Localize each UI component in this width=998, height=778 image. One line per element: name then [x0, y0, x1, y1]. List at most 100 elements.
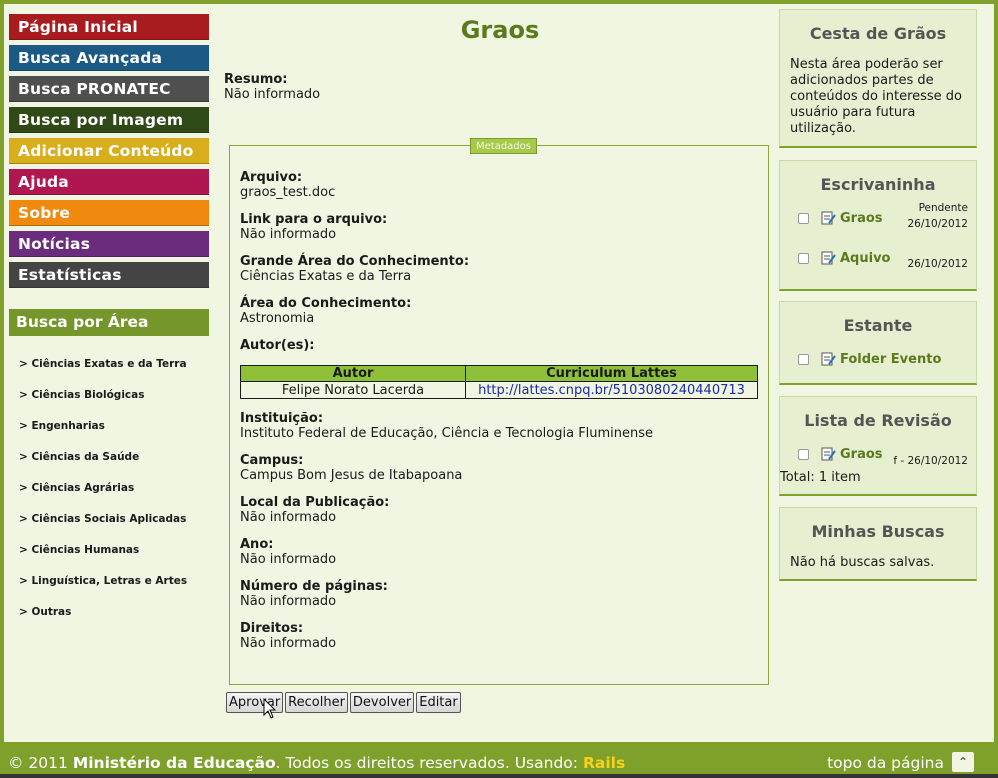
- table-header-autor: Autor: [240, 365, 466, 382]
- field-label: Grande Área do Conhecimento:: [240, 254, 470, 269]
- resumo-value: Não informado: [224, 87, 321, 102]
- field-label: Local da Publicação:: [240, 495, 390, 510]
- area-link[interactable]: > Ciências Agrárias: [19, 482, 219, 513]
- menu-item-estatisticas[interactable]: Estatísticas: [9, 262, 209, 288]
- escrivaninha-item-link[interactable]: Aquivo: [840, 251, 890, 266]
- menu-item-sobre[interactable]: Sobre: [9, 200, 209, 226]
- revisao-item-link[interactable]: Graos: [840, 447, 883, 462]
- item-checkbox[interactable]: [798, 354, 809, 365]
- recolher-button[interactable]: Recolher: [285, 692, 348, 713]
- action-buttons: Aprovar Recolher Devolver Editar: [226, 692, 463, 713]
- author-lattes-cell: http://lattes.cnpq.br/5103080240440713: [465, 381, 758, 399]
- menu-item-busca-pronatec[interactable]: Busca PRONATEC: [9, 76, 209, 102]
- ministry-name: Ministério da Educação: [72, 754, 276, 772]
- field-label: Arquivo:: [240, 170, 303, 185]
- revisao-total: Total: 1 item: [780, 470, 861, 485]
- item-status: Pendente: [918, 202, 968, 214]
- item-checkbox[interactable]: [798, 449, 809, 460]
- lattes-link[interactable]: http://lattes.cnpq.br/5103080240440713: [478, 383, 745, 398]
- estante-title: Estante: [843, 316, 913, 335]
- field-value: Instituto Federal de Educação, Ciência e…: [240, 426, 654, 441]
- cesta-box: Cesta de Grãos Nesta área poderão ser ad…: [779, 9, 977, 148]
- revisao-title: Lista de Revisão: [804, 411, 952, 430]
- field-label: Link para o arquivo:: [240, 212, 388, 227]
- field-label: Ano:: [240, 537, 274, 552]
- estante-box: Estante Folder Evento: [779, 301, 977, 385]
- document-edit-icon: [821, 251, 836, 265]
- list-item: Graos Pendente 26/10/2012: [780, 202, 976, 246]
- page-title: Graos: [460, 16, 540, 44]
- field-value: Não informado: [240, 510, 337, 525]
- resumo-label: Resumo:: [224, 72, 288, 87]
- menu-item-pagina-inicial[interactable]: Página Inicial: [9, 14, 209, 40]
- escrivaninha-title: Escrivaninha: [820, 175, 936, 194]
- field-value: Ciências Exatas e da Terra: [240, 269, 412, 284]
- area-link[interactable]: > Ciências Sociais Aplicadas: [19, 513, 219, 544]
- field-value: graos_test.doc: [240, 185, 336, 200]
- document-edit-icon: [821, 447, 836, 461]
- item-checkbox[interactable]: [798, 213, 809, 224]
- buscas-box: Minhas Buscas Não há buscas salvas.: [779, 507, 977, 581]
- authors-table: Autor Curriculum Lattes Felipe Norato La…: [240, 365, 758, 399]
- field-value: Não informado: [240, 636, 337, 651]
- revisao-box: Lista de Revisão Graos f - 26/10/2012 To…: [779, 396, 977, 496]
- field-value: Campus Bom Jesus de Itabapoana: [240, 468, 463, 483]
- list-item: Folder Evento: [780, 347, 976, 387]
- busca-por-area-header: Busca por Área: [9, 309, 209, 336]
- area-list: > Ciências Exatas e da Terra > Ciências …: [19, 358, 219, 637]
- author-name: Felipe Norato Lacerda: [240, 381, 466, 399]
- item-meta: f - 26/10/2012: [893, 455, 968, 467]
- main-menu: Página Inicial Busca Avançada Busca PRON…: [9, 14, 209, 293]
- area-link[interactable]: > Ciências Biológicas: [19, 389, 219, 420]
- list-item: Aquivo 26/10/2012: [780, 246, 976, 286]
- item-date: 26/10/2012: [907, 258, 968, 270]
- bottom-border: [0, 774, 998, 778]
- area-link[interactable]: > Outras: [19, 606, 219, 637]
- autores-label: Autor(es):: [240, 338, 315, 353]
- document-edit-icon: [821, 352, 836, 366]
- table-header-lattes: Curriculum Lattes: [465, 365, 758, 382]
- field-label: Área do Conhecimento:: [240, 296, 412, 311]
- devolver-button[interactable]: Devolver: [349, 692, 415, 713]
- menu-item-noticias[interactable]: Notícias: [9, 231, 209, 257]
- menu-item-busca-imagem[interactable]: Busca por Imagem: [9, 107, 209, 133]
- document-edit-icon: [821, 211, 836, 225]
- area-link[interactable]: > Linguística, Letras e Artes: [19, 575, 219, 606]
- field-label: Campus:: [240, 453, 304, 468]
- chevron-up-icon[interactable]: ⌃: [952, 752, 974, 772]
- area-link[interactable]: > Ciências da Saúde: [19, 451, 219, 482]
- copyright-middle: . Todos os direitos reservados. Usando:: [275, 754, 583, 772]
- metadata-legend: Metadados: [470, 138, 537, 154]
- field-value: Astronomia: [240, 311, 315, 326]
- mouse-cursor-icon: [263, 698, 277, 719]
- menu-item-busca-avancada[interactable]: Busca Avançada: [9, 45, 209, 71]
- estante-item-link[interactable]: Folder Evento: [840, 352, 941, 367]
- field-label: Instituição:: [240, 411, 324, 426]
- copyright-prefix: © 2011: [8, 754, 73, 772]
- copyright-text: © 2011 Ministério da Educação. Todos os …: [8, 754, 625, 772]
- resumo-section: Resumo: Não informado: [224, 72, 320, 114]
- menu-item-ajuda[interactable]: Ajuda: [9, 169, 209, 195]
- buscas-title: Minhas Buscas: [811, 522, 945, 541]
- field-value: Não informado: [240, 594, 337, 609]
- menu-item-adicionar-conteudo[interactable]: Adicionar Conteúdo: [9, 138, 209, 164]
- cesta-title: Cesta de Grãos: [809, 24, 947, 43]
- field-value: Não informado: [240, 227, 337, 242]
- field-value: Não informado: [240, 552, 337, 567]
- area-link[interactable]: > Ciências Exatas e da Terra: [19, 358, 219, 389]
- item-checkbox[interactable]: [798, 253, 809, 264]
- buscas-text: Não há buscas salvas.: [790, 555, 935, 570]
- area-link[interactable]: > Engenharias: [19, 420, 219, 451]
- escrivaninha-box: Escrivaninha Graos Pendente 26/10/2012 A…: [779, 160, 977, 291]
- cesta-text: Nesta área poderão ser adicionados parte…: [790, 57, 963, 136]
- field-label: Direitos:: [240, 621, 304, 636]
- topo-link[interactable]: topo da página: [827, 754, 944, 772]
- metadata-fieldset: Metadados Arquivo: graos_test.doc Link p…: [229, 138, 769, 685]
- list-item: Graos f - 26/10/2012: [780, 442, 976, 470]
- escrivaninha-item-link[interactable]: Graos: [840, 211, 883, 226]
- table-row: Felipe Norato Lacerda http://lattes.cnpq…: [240, 381, 758, 399]
- area-link[interactable]: > Ciências Humanas: [19, 544, 219, 575]
- rails-link[interactable]: Rails: [583, 754, 625, 772]
- editar-button[interactable]: Editar: [416, 692, 461, 713]
- item-date: 26/10/2012: [907, 218, 968, 230]
